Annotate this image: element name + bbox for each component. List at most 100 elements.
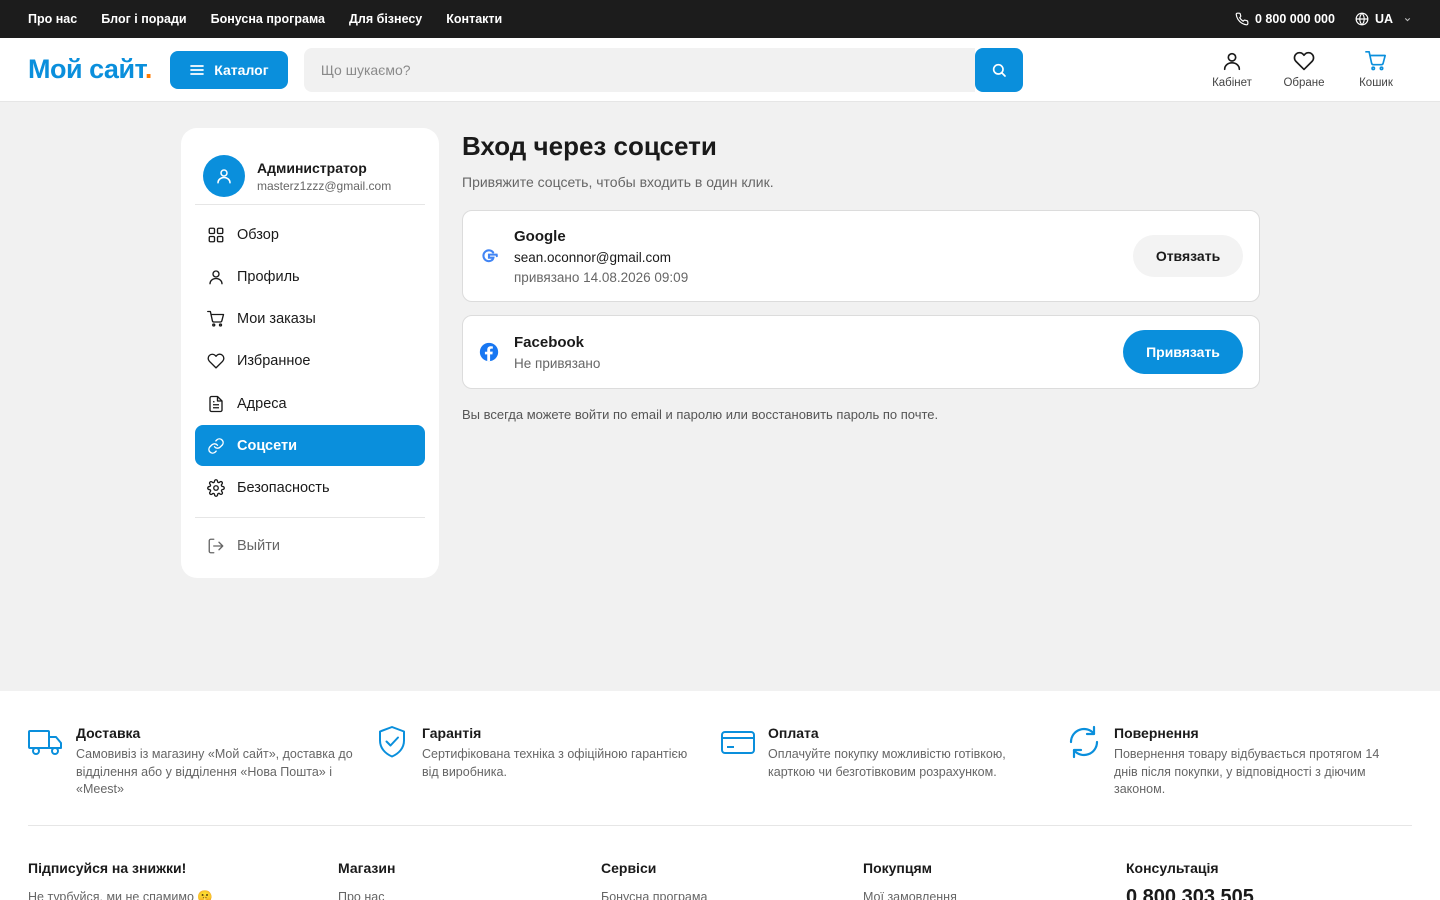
footer-columns: Підписуйся на знижки! Не турбуйся, ми не…: [0, 826, 1440, 900]
cabinet-button[interactable]: Кабінет: [1196, 50, 1268, 89]
google-linked-date: привязано 14.08.2026 09:09: [514, 269, 689, 285]
search-placeholder: Що шукаємо?: [320, 61, 411, 78]
header: Мой сайт. Каталог Що шукаємо? Кабінет Об…: [0, 38, 1440, 102]
facebook-icon: [478, 341, 500, 363]
refresh-icon: [1066, 724, 1102, 760]
sidebar-item-social[interactable]: Соцсети: [195, 425, 425, 467]
facebook-title: Facebook: [514, 333, 585, 351]
user-icon: [1221, 50, 1243, 72]
feature-delivery: Доставка Самовивіз із магазину «Мой сайт…: [28, 725, 374, 825]
footer-col-consult: Консультація 0 800 303 505: [1126, 860, 1254, 900]
sidebar-item-label: Адреса: [237, 395, 287, 412]
footer-link[interactable]: Про нас: [338, 890, 395, 900]
search-icon: [991, 62, 1007, 78]
footer-col-title: Консультація: [1126, 860, 1219, 876]
heart-icon: [1293, 50, 1315, 72]
phone-link[interactable]: 0 800 000 000: [1235, 12, 1335, 26]
globe-icon: [1355, 12, 1369, 26]
avatar: [203, 155, 245, 197]
logout-label: Выйти: [237, 538, 280, 555]
top-link-bonus[interactable]: Бонусна програма: [211, 12, 325, 26]
user-icon: [207, 268, 225, 286]
feature-payment: Оплата Оплачуйте покупку можливістю готі…: [720, 725, 1066, 825]
sidebar-item-label: Профиль: [237, 268, 300, 285]
google-title: Google: [514, 227, 566, 245]
footer-col-title: Сервіси: [601, 860, 657, 876]
sidebar-item-profile[interactable]: Профиль: [195, 256, 425, 297]
unlink-google-button[interactable]: Отвязать: [1133, 235, 1243, 277]
credit-card-icon: [720, 724, 756, 760]
sidebar-item-label: Обзор: [237, 226, 279, 243]
facebook-status: Не привязано: [514, 355, 601, 371]
google-email: sean.oconnor@gmail.com: [514, 249, 672, 265]
logout-icon: [207, 537, 225, 555]
site-logo[interactable]: Мой сайт.: [28, 54, 152, 85]
menu-divider: [195, 516, 425, 518]
favorites-label: Обране: [1283, 77, 1325, 89]
top-link-blog[interactable]: Блог і поради: [101, 12, 186, 26]
login-note: Вы всегда можете войти по email и паролю…: [462, 407, 939, 422]
sidebar-item-addresses[interactable]: Адреса: [195, 383, 425, 424]
footer-col-title: Магазин: [338, 860, 396, 876]
document-icon: [207, 395, 225, 413]
heart-icon: [207, 352, 225, 370]
sidebar-item-label: Избранное: [237, 353, 311, 370]
account-sidebar: Администратор masterz1zzz@gmail.com Обзо…: [181, 128, 439, 578]
feature-title: Оплата: [768, 725, 819, 741]
top-link-contacts[interactable]: Контакти: [446, 12, 502, 26]
gear-icon: [207, 479, 225, 498]
facebook-connection-card: Facebook Не привязано Привязать: [462, 315, 1260, 389]
footer-col-subscribe: Підписуйся на знижки! Не турбуйся, ми не…: [28, 860, 213, 900]
feature-text: Сертифікована техніка з офіційною гарант…: [422, 747, 688, 779]
footer-col-title: Покупцям: [863, 860, 932, 876]
top-link-about[interactable]: Про нас: [28, 12, 77, 26]
consult-phone[interactable]: 0 800 303 505: [1126, 886, 1254, 900]
link-facebook-button[interactable]: Привязать: [1123, 330, 1243, 374]
link-icon: [207, 437, 225, 455]
feature-title: Гарантія: [422, 725, 482, 741]
cart-label: Кошик: [1359, 77, 1393, 89]
catalog-label: Каталог: [214, 61, 269, 78]
feature-title: Доставка: [76, 725, 141, 741]
page-subtitle: Привяжите соцсеть, чтобы входить в один …: [462, 174, 774, 190]
feature-text: Повернення товару відбувається протягом …: [1114, 747, 1380, 796]
logout-button[interactable]: Выйти: [195, 526, 425, 567]
footer-col-title: Підписуйся на знижки!: [28, 860, 187, 876]
language-label: UA: [1374, 12, 1393, 26]
footer-col-text: Не турбуйся, ми не спамимо 🤫: [28, 890, 213, 900]
google-connection-card: Google sean.oconnor@gmail.com привязано …: [462, 210, 1260, 302]
truck-icon: [28, 724, 64, 760]
footer-link[interactable]: Мої замовлення: [863, 890, 957, 900]
sidebar-item-overview[interactable]: Обзор: [195, 214, 425, 255]
sidebar-item-label: Соцсети: [237, 437, 298, 454]
catalog-button[interactable]: Каталог: [169, 50, 288, 89]
favorites-button[interactable]: Обране: [1268, 50, 1340, 89]
feature-text: Самовивіз із магазину «Мой сайт», достав…: [76, 747, 353, 796]
footer-col-services: Сервіси Бонусна програма: [601, 860, 707, 900]
cart-button[interactable]: Кошик: [1340, 50, 1412, 89]
user-name: Администратор: [257, 159, 367, 176]
top-link-business[interactable]: Для бізнесу: [349, 12, 422, 26]
language-selector[interactable]: UA: [1355, 12, 1412, 26]
sidebar-item-security[interactable]: Безопасность: [195, 468, 425, 509]
sidebar-item-orders[interactable]: Мои заказы: [195, 299, 425, 340]
sidebar-item-label: Мои заказы: [237, 311, 316, 328]
feature-returns: Повернення Повернення товару відбуваєтьс…: [1066, 725, 1412, 825]
footer: Доставка Самовивіз із магазину «Мой сайт…: [0, 691, 1440, 900]
footer-col-buyers: Покупцям Мої замовлення: [863, 860, 957, 900]
sidebar-item-favorites[interactable]: Избранное: [195, 341, 425, 382]
user-email: masterz1zzz@gmail.com: [257, 178, 392, 193]
cart-icon: [207, 310, 225, 328]
menu-icon: [189, 62, 205, 78]
sidebar-item-label: Безопасность: [237, 480, 330, 497]
feature-warranty: Гарантія Сертифікована техніка з офіційн…: [374, 725, 720, 825]
top-nav: Про нас Блог і поради Бонусна програма Д…: [28, 12, 502, 26]
social-login-panel: Вход через соцсети Привяжите соцсеть, чт…: [462, 128, 1260, 422]
shield-check-icon: [374, 724, 410, 760]
phone-icon: [1235, 12, 1249, 26]
search-button[interactable]: [974, 47, 1023, 92]
grid-icon: [207, 226, 225, 244]
search-input[interactable]: Що шукаємо?: [303, 47, 975, 92]
cabinet-label: Кабінет: [1212, 77, 1252, 89]
footer-link[interactable]: Бонусна програма: [601, 890, 707, 900]
